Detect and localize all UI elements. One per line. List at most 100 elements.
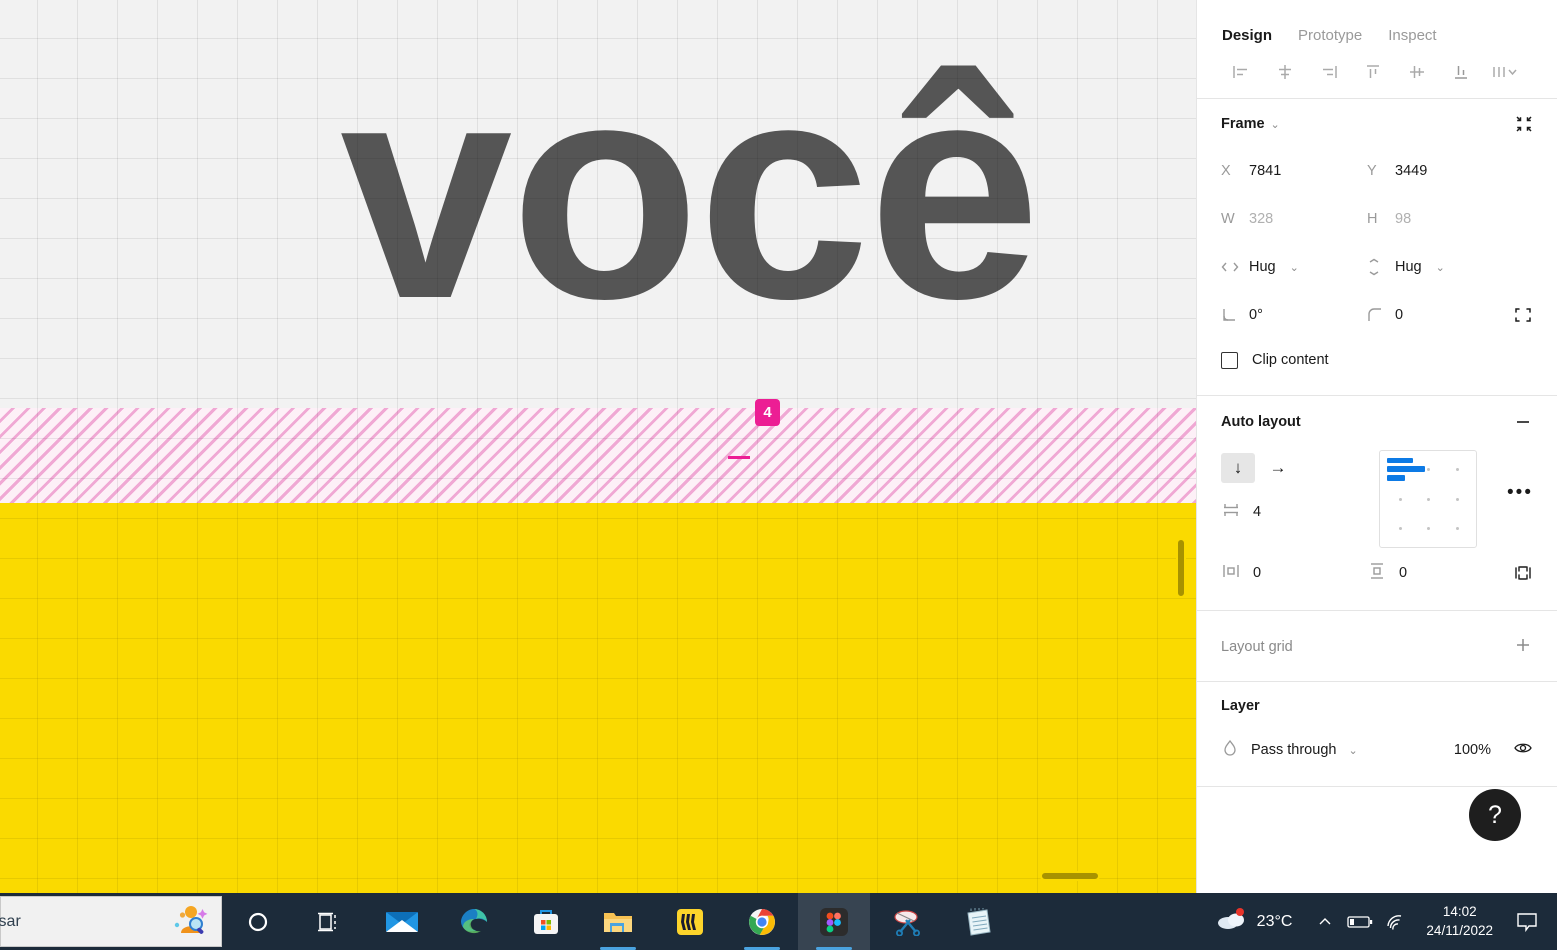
text-layer-voce[interactable]: você [340, 35, 1041, 345]
windows-search-box[interactable]: isar [0, 896, 222, 947]
direction-vertical-button[interactable]: ↓ [1221, 453, 1255, 483]
grid-dot [1427, 468, 1430, 471]
horizontal-padding-value[interactable]: 0 [1253, 565, 1261, 581]
file-explorer-icon[interactable] [582, 893, 654, 950]
vertical-padding-field[interactable]: 0 [1367, 561, 1513, 586]
align-top-icon[interactable] [1351, 57, 1395, 87]
align-right-icon[interactable] [1307, 57, 1351, 87]
snipping-tool-icon[interactable] [870, 893, 942, 950]
horizontal-padding-field[interactable]: 0 [1221, 561, 1367, 586]
auto-layout-more-options-button[interactable]: ••• [1507, 482, 1533, 504]
visibility-eye-icon[interactable] [1513, 738, 1533, 763]
chevron-down-icon[interactable]: ⌄ [1348, 744, 1357, 757]
chrome-icon[interactable] [726, 893, 798, 950]
add-layout-grid-button[interactable] [1513, 635, 1533, 660]
action-center-icon[interactable] [1505, 893, 1549, 950]
clock-time: 14:02 [1442, 904, 1477, 920]
microsoft-store-icon[interactable] [510, 893, 582, 950]
vertical-resize-value[interactable]: Hug [1395, 259, 1422, 275]
rotation-value[interactable]: 0° [1249, 307, 1263, 323]
chevron-down-icon[interactable]: ⌄ [1271, 118, 1280, 131]
width-field[interactable]: W 328 [1221, 211, 1367, 227]
chevron-down-icon[interactable]: ⌄ [1436, 261, 1445, 274]
align-bottom-icon[interactable] [1439, 57, 1483, 87]
blend-mode-value[interactable]: Pass through [1251, 742, 1336, 758]
frame-title-group[interactable]: Frame ⌄ [1221, 116, 1280, 132]
chevron-down-icon[interactable]: ⌄ [1290, 261, 1299, 274]
auto-layout-alignment-grid[interactable] [1379, 450, 1477, 548]
rotation-field[interactable]: 0° [1221, 307, 1367, 323]
distribute-icon[interactable] [1483, 57, 1527, 87]
show-hidden-icons-button[interactable] [1308, 893, 1342, 950]
align-left-icon[interactable] [1219, 57, 1263, 87]
corner-radius-value[interactable]: 0 [1395, 307, 1403, 323]
y-field[interactable]: Y 3449 [1367, 163, 1513, 179]
tab-design[interactable]: Design [1222, 27, 1272, 44]
notepad-icon[interactable] [942, 893, 1014, 950]
x-field[interactable]: X 7841 [1221, 163, 1367, 179]
grid-dot [1399, 527, 1402, 530]
grid-dot [1456, 468, 1459, 471]
horizontal-resizing-field[interactable]: Hug ⌄ [1221, 259, 1367, 275]
collapse-selection-icon[interactable] [1515, 115, 1533, 133]
direction-horizontal-button[interactable]: → [1261, 453, 1295, 483]
weather-widget[interactable]: 23°C [1200, 907, 1309, 936]
vertical-padding-icon [1367, 561, 1387, 586]
help-button[interactable]: ? [1469, 789, 1521, 841]
grid-dot [1427, 498, 1430, 501]
gap-value[interactable]: 4 [1253, 504, 1261, 520]
spacing-value-badge[interactable]: 4 [755, 399, 780, 426]
gap-spacing-icon [1221, 500, 1241, 525]
individual-padding-button[interactable] [1513, 563, 1533, 583]
vertical-resizing-field[interactable]: Hug ⌄ [1367, 258, 1513, 276]
layer-header: Layer [1221, 698, 1533, 714]
yellow-frame-layer[interactable] [0, 503, 1196, 893]
miro-icon[interactable] [654, 893, 726, 950]
align-horizontal-centers-icon[interactable] [1263, 57, 1307, 87]
independent-corners-icon[interactable] [1513, 305, 1533, 325]
horizontal-resize-value[interactable]: Hug [1249, 259, 1276, 275]
auto-layout-title: Auto layout [1221, 414, 1301, 430]
frame-title: Frame [1221, 116, 1265, 132]
clock-date: 24/11/2022 [1426, 922, 1493, 938]
layer-title: Layer [1221, 698, 1260, 714]
horizontal-padding-icon [1221, 561, 1241, 586]
alignment-bar-2 [1387, 466, 1425, 472]
vertical-padding-value[interactable]: 0 [1399, 565, 1407, 581]
canvas-vertical-scrollbar[interactable] [1176, 538, 1186, 598]
height-field[interactable]: H 98 [1367, 211, 1513, 227]
clip-content-checkbox[interactable] [1221, 351, 1238, 369]
layer-section: Layer Pass through ⌄ 100% [1197, 682, 1557, 786]
wifi-icon[interactable] [1378, 893, 1414, 950]
y-value[interactable]: 3449 [1395, 163, 1427, 179]
tab-inspect[interactable]: Inspect [1388, 27, 1436, 44]
search-input[interactable]: isar [0, 913, 21, 931]
taskbar-clock[interactable]: 14:02 24/11/2022 [1414, 903, 1505, 939]
task-view-icon[interactable] [294, 893, 366, 950]
remove-auto-layout-button[interactable] [1513, 412, 1533, 432]
weather-cloud-icon [1216, 907, 1248, 936]
battery-icon[interactable] [1342, 893, 1378, 950]
corner-radius-field[interactable]: 0 [1367, 307, 1513, 323]
cortana-icon[interactable] [222, 893, 294, 950]
position-row: X 7841 Y 3449 [1221, 147, 1533, 195]
figma-icon[interactable] [798, 893, 870, 950]
tab-prototype[interactable]: Prototype [1298, 27, 1362, 44]
h-label: H [1367, 211, 1378, 227]
x-value[interactable]: 7841 [1249, 163, 1281, 179]
w-label: W [1221, 211, 1235, 227]
resizing-row: Hug ⌄ Hug ⌄ [1221, 243, 1533, 291]
edge-icon[interactable] [438, 893, 510, 950]
align-vertical-centers-icon[interactable] [1395, 57, 1439, 87]
clip-content-row[interactable]: Clip content [1221, 339, 1533, 381]
layout-grid-header: Layout grid [1221, 627, 1533, 667]
canvas-horizontal-scrollbar[interactable] [1040, 871, 1100, 881]
design-canvas[interactable]: você 4 [0, 0, 1196, 893]
auto-layout-section: Auto layout ↓ → 4 ••• 0 0 [1197, 396, 1557, 610]
corner-radius-icon [1367, 307, 1385, 323]
layer-opacity-value[interactable]: 100% [1454, 742, 1491, 758]
mail-icon[interactable] [366, 893, 438, 950]
w-value[interactable]: 328 [1249, 211, 1273, 227]
h-value[interactable]: 98 [1395, 211, 1411, 227]
frame-section: Frame ⌄ X 7841 Y 3449 W 328 H 98 Hug ⌄ H… [1197, 99, 1557, 395]
